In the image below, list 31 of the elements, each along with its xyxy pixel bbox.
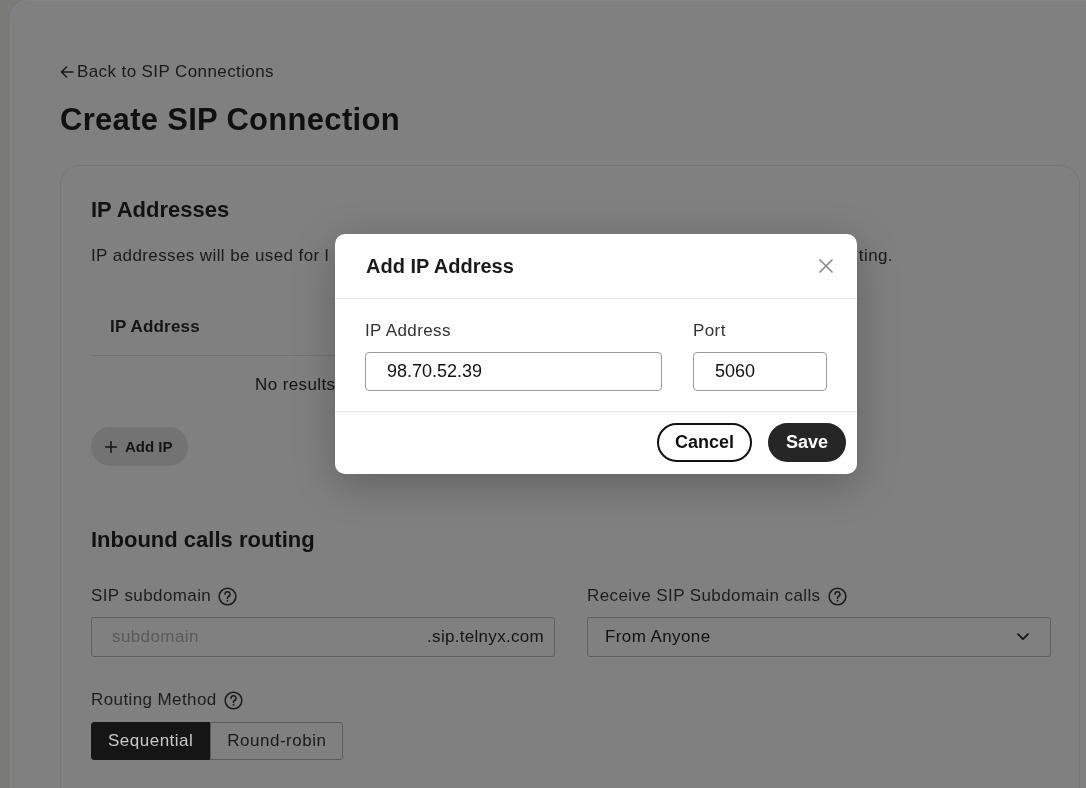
input-field[interactable]: 98.70.52.39: [365, 352, 662, 391]
field-label: IP Address: [365, 321, 451, 341]
section-heading: Inbound calls routing: [91, 526, 315, 554]
help-icon[interactable]: [223, 690, 243, 710]
description-text: IP addresses will be used for l: [91, 245, 329, 267]
chevron-down-icon: [1017, 633, 1029, 641]
cancel-button[interactable]: Cancel: [656, 423, 752, 462]
close-icon: [819, 259, 833, 273]
help-icon[interactable]: [827, 586, 847, 606]
back-link[interactable]: Back to SIP Connections: [60, 62, 274, 82]
select-dropdown[interactable]: From Anyone: [587, 617, 1051, 657]
field-label: SIP subdomain: [91, 585, 212, 607]
field-label: Routing Method: [91, 689, 217, 711]
segment-button[interactable]: Round-robin: [210, 722, 344, 760]
help-icon[interactable]: [218, 586, 238, 606]
back-arrow-icon: [60, 66, 74, 78]
description-text: ting.: [858, 245, 893, 267]
page-title: Create SIP Connection: [60, 102, 400, 138]
dialog-title: Add IP Address: [366, 254, 514, 278]
empty-message: No results: [255, 374, 336, 395]
field-label: Port: [693, 321, 726, 341]
input-field[interactable]: 5060: [693, 352, 827, 391]
close-button[interactable]: [819, 259, 833, 273]
segment-button[interactable]: Sequential: [91, 722, 211, 760]
add-ip-button[interactable]: Add IP: [91, 427, 188, 466]
plus-icon: [105, 440, 117, 453]
field-label: Receive SIP Subdomain calls: [587, 585, 821, 607]
column-header: IP Address: [110, 317, 200, 337]
domain-suffix: .sip.telnyx.com: [427, 626, 544, 648]
save-button[interactable]: Save: [767, 423, 846, 462]
section-heading: IP Addresses: [91, 196, 230, 224]
